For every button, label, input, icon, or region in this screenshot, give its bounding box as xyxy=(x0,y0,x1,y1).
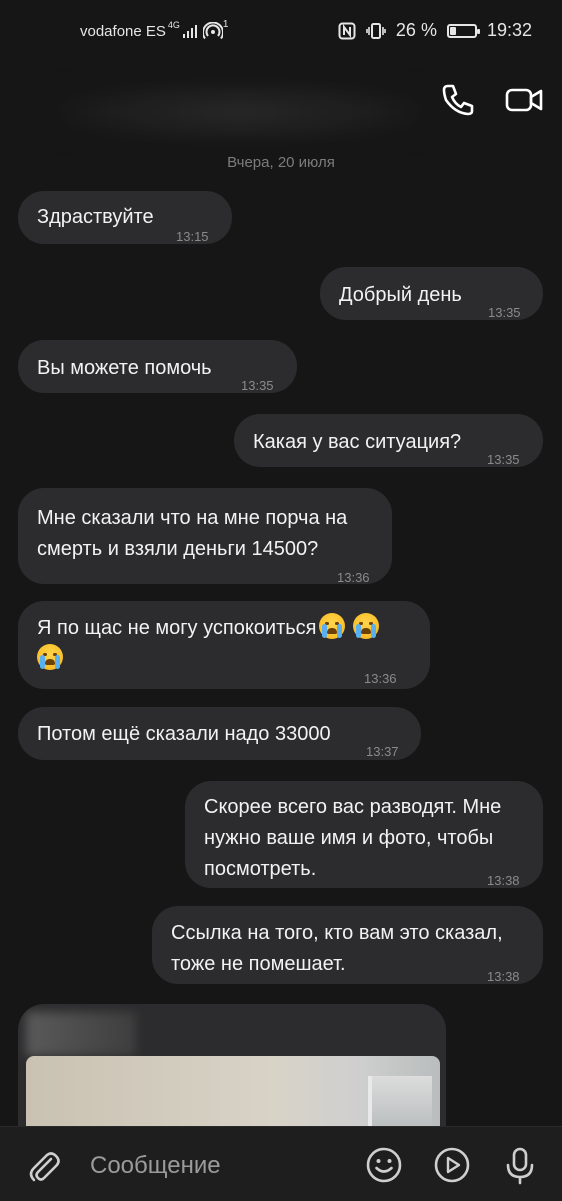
play-circle-icon[interactable] xyxy=(432,1145,472,1185)
date-separator: Вчера, 20 июля xyxy=(227,154,335,171)
phone-icon[interactable] xyxy=(438,80,478,120)
microphone-icon[interactable] xyxy=(500,1145,540,1185)
paperclip-icon[interactable] xyxy=(24,1147,64,1187)
message-time: 13:35 xyxy=(488,305,521,320)
image-message[interactable] xyxy=(18,1004,446,1144)
clock: 19:32 xyxy=(486,20,532,40)
crying-face-icon xyxy=(352,613,379,639)
message-text-line: Мне сказали что на мне порча на xyxy=(37,507,348,529)
status-right: 26 % 19:32 xyxy=(338,20,532,41)
message-time: 13:15 xyxy=(176,229,209,244)
message-text: Добрый день xyxy=(339,284,462,306)
message-time: 13:37 xyxy=(366,744,399,759)
message-time: 13:38 xyxy=(487,969,520,984)
contact-name-blurred[interactable] xyxy=(60,82,420,142)
message-text: Какая у вас ситуация? xyxy=(253,431,462,453)
message-text: Потом ещё сказали надо 33000 xyxy=(37,723,331,745)
message-time: 13:35 xyxy=(241,378,274,393)
battery-percent: 26 % xyxy=(395,20,437,40)
message-outgoing[interactable]: Ссылка на того, кто вам это сказал, тоже… xyxy=(152,906,543,984)
crying-face-icon xyxy=(37,644,63,670)
message-input[interactable] xyxy=(88,1149,352,1183)
message-time: 13:36 xyxy=(337,570,370,585)
message-text: Я по щас не могу успокоиться xyxy=(37,617,317,639)
message-text: Здраствуйте xyxy=(37,206,154,228)
signal-icon xyxy=(182,24,197,38)
status-left: vodafone ES 4G 1 xyxy=(80,18,229,40)
message-text-line: смерть и взяли деньги 14500? xyxy=(37,538,319,560)
chat-header xyxy=(0,64,562,154)
network-type: 4G xyxy=(167,20,180,30)
status-bar: vodafone ES 4G 1 26 % 19:32 xyxy=(0,0,562,64)
hotspot-count: 1 xyxy=(222,18,229,30)
message-text-line: Ссылка на того, кто вам это сказал, xyxy=(171,922,503,944)
message-outgoing[interactable]: Какая у вас ситуация? 13:35 xyxy=(234,414,543,467)
crying-face-icon xyxy=(318,613,345,639)
carrier-name: vodafone ES xyxy=(80,22,166,40)
message-outgoing[interactable]: Скорее всего вас разводят. Мне нужно ваш… xyxy=(185,781,543,888)
message-incoming[interactable]: Потом ещё сказали надо 33000 13:37 xyxy=(18,707,421,760)
smiley-icon[interactable] xyxy=(364,1145,404,1185)
message-text: Вы можете помочь xyxy=(37,357,212,379)
vibrate-icon xyxy=(366,22,386,39)
battery-icon xyxy=(446,23,480,38)
message-outgoing[interactable]: Добрый день 13:35 xyxy=(320,267,543,320)
nfc-icon xyxy=(338,22,356,39)
video-camera-icon[interactable] xyxy=(504,80,544,120)
message-composer xyxy=(0,1126,562,1201)
message-time: 13:36 xyxy=(364,671,397,686)
message-text-line: Скорее всего вас разводят. Мне xyxy=(204,796,502,818)
message-incoming[interactable]: Мне сказали что на мне порча на смерть и… xyxy=(18,488,392,585)
message-time: 13:35 xyxy=(487,452,520,467)
message-text-line: Я по щас не могу успокоиться xyxy=(37,613,430,644)
message-incoming[interactable]: Здраствуйте 13:15 xyxy=(18,191,232,244)
message-incoming[interactable]: Я по щас не могу успокоиться 13:36 xyxy=(18,601,430,689)
message-text-line: нужно ваше имя и фото, чтобы xyxy=(204,827,494,849)
message-incoming[interactable]: Вы можете помочь 13:35 xyxy=(18,340,297,393)
message-time: 13:38 xyxy=(487,873,520,888)
blurred-sender-caption xyxy=(26,1012,136,1056)
hotspot-icon xyxy=(202,22,223,40)
